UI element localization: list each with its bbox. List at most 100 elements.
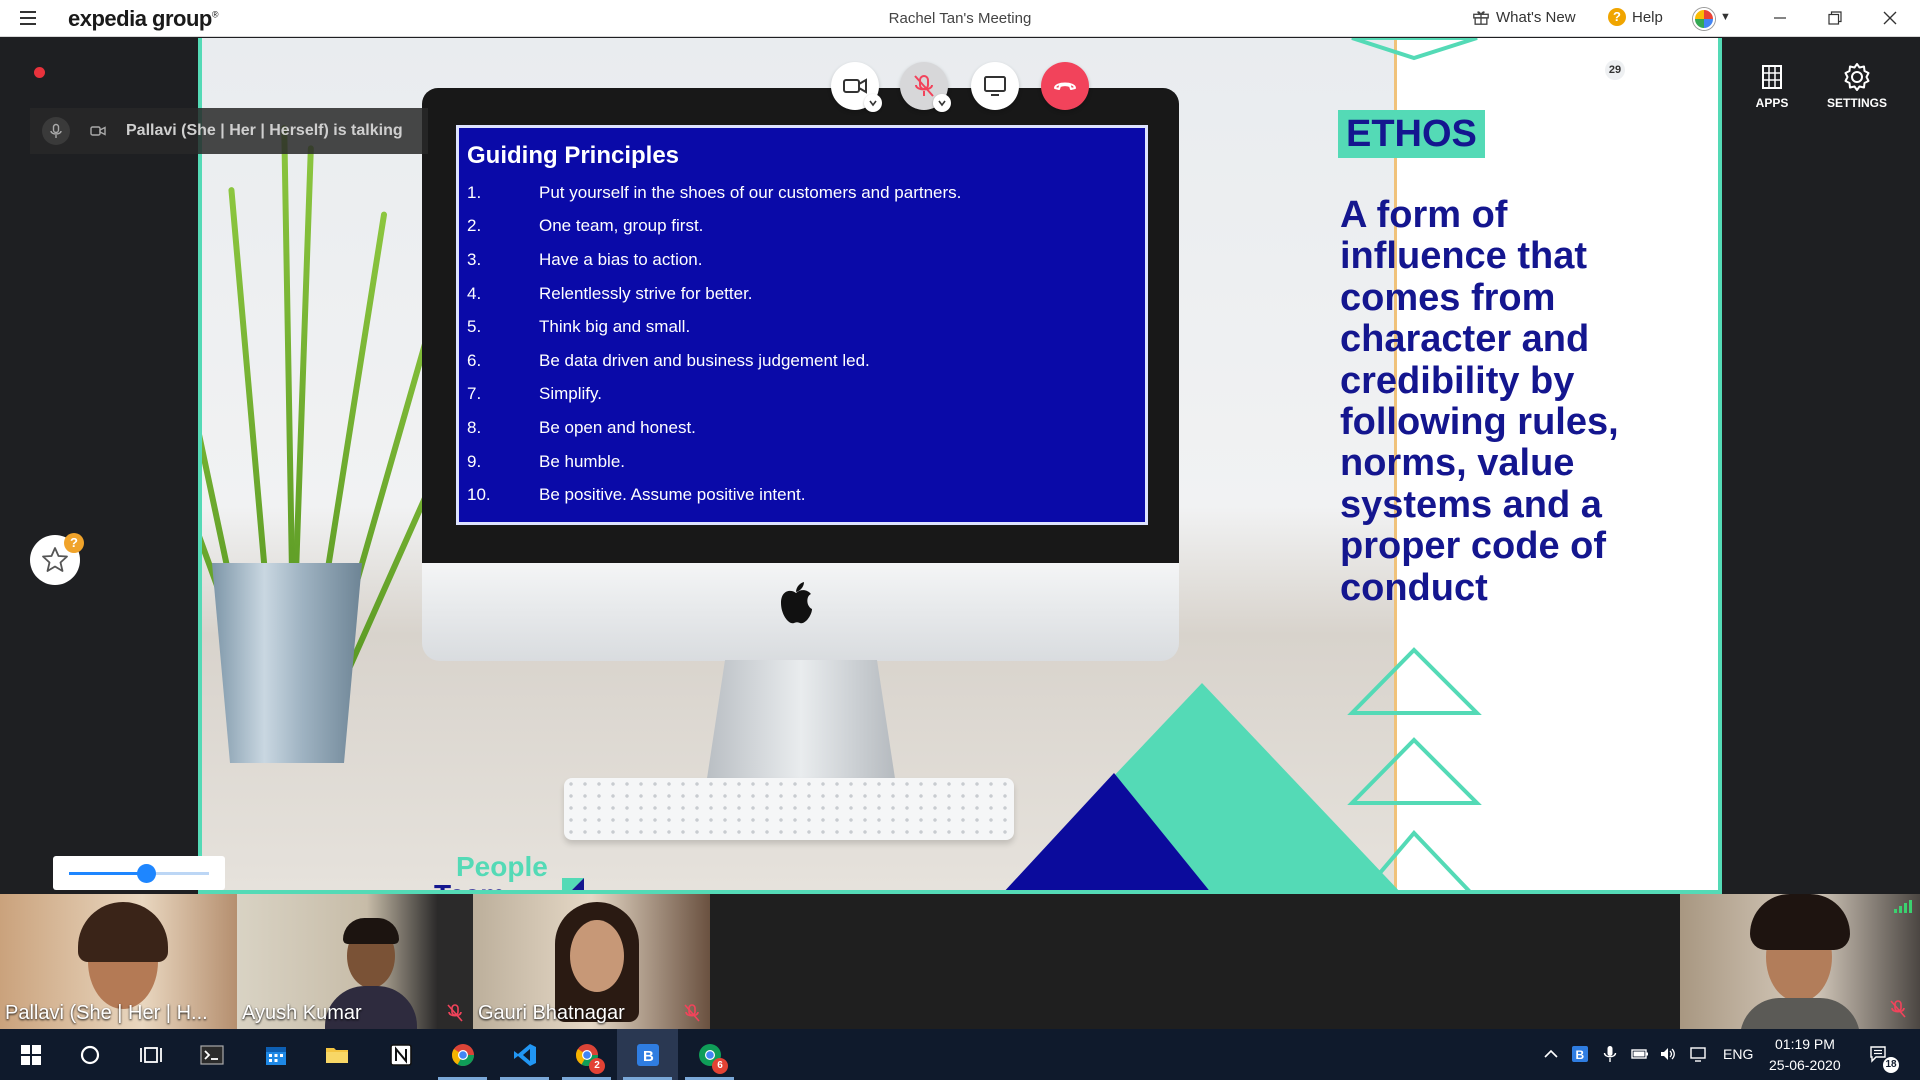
- active-speaker-text: Pallavi (She | Her | Herself) is talking: [126, 122, 403, 139]
- chrome-icon: [451, 1043, 474, 1066]
- clock-date[interactable]: 25-06-2020: [1769, 1057, 1841, 1073]
- apps-label: APPS: [1755, 96, 1789, 110]
- cortana-icon: [80, 1045, 99, 1064]
- network-icon: [1690, 1047, 1706, 1062]
- signal-strength-icon: [1894, 900, 1912, 913]
- vscode-icon: [513, 1043, 536, 1066]
- video-options-chevron[interactable]: [864, 94, 882, 112]
- whats-new-button[interactable]: What's New: [1472, 8, 1576, 26]
- feedback-badge: ?: [64, 533, 84, 553]
- chat-label: CHAT: [1670, 96, 1704, 110]
- participant-tile[interactable]: Ayush Kumar: [237, 894, 473, 1029]
- people-team-logo: People Team: [434, 851, 584, 894]
- people-button[interactable]: 29 PEOPLE: [1567, 60, 1637, 118]
- screen-share-icon: [984, 76, 1006, 96]
- mic-muted-icon: [914, 75, 934, 97]
- user-avatar[interactable]: [1693, 8, 1715, 30]
- self-view-tile[interactable]: [1680, 894, 1920, 1029]
- taskbar-notion[interactable]: [370, 1029, 431, 1080]
- tray-microphone[interactable]: [1600, 1044, 1620, 1064]
- calendar-icon: [265, 1046, 286, 1065]
- taskbar-file-explorer[interactable]: [306, 1029, 367, 1080]
- participant-tile[interactable]: Pallavi (She | Her | H...: [0, 894, 237, 1029]
- taskbar-chrome-profile-6[interactable]: 6: [679, 1029, 740, 1080]
- taskbar-terminal[interactable]: [181, 1029, 242, 1080]
- svg-text:B: B: [1576, 1048, 1585, 1062]
- ethos-description: A form of influence that comes from char…: [1340, 194, 1619, 609]
- whats-new-label: What's New: [1496, 8, 1576, 26]
- show-hidden-icons[interactable]: [1541, 1044, 1561, 1064]
- chevron-down-icon: [869, 100, 877, 107]
- menu-icon[interactable]: [20, 11, 36, 25]
- language-indicator[interactable]: ENG: [1723, 1046, 1753, 1062]
- title-bar: expedia group® Rachel Tan's Meeting What…: [0, 0, 1920, 37]
- bluejeans-icon: B: [1572, 1046, 1588, 1062]
- taskbar-calendar[interactable]: [245, 1029, 306, 1080]
- clock-time[interactable]: 01:19 PM: [1775, 1036, 1835, 1052]
- minimize-icon: [1773, 17, 1786, 19]
- tray-network[interactable]: [1688, 1044, 1708, 1064]
- apps-button[interactable]: APPS: [1737, 62, 1807, 118]
- taskbar-badge: 2: [589, 1058, 605, 1074]
- taskbar-chrome[interactable]: [432, 1029, 493, 1080]
- mic-muted-icon: [1890, 1000, 1906, 1018]
- search-button[interactable]: [59, 1029, 120, 1080]
- mic-icon: [1603, 1046, 1617, 1062]
- settings-label: SETTINGS: [1826, 96, 1887, 110]
- help-label: Help: [1632, 8, 1663, 26]
- folder-icon: [325, 1047, 348, 1063]
- share-screen-button[interactable]: [971, 62, 1019, 110]
- task-view-icon: [139, 1046, 162, 1063]
- task-view-button[interactable]: [120, 1029, 181, 1080]
- video-camera-icon: [84, 117, 112, 145]
- svg-text:B: B: [643, 1048, 654, 1065]
- chat-icon: [1674, 65, 1700, 89]
- volume-icon: [1661, 1048, 1675, 1060]
- notification-count-badge: 18: [1883, 1057, 1899, 1073]
- taskbar-bluejeans[interactable]: B: [617, 1029, 678, 1080]
- minimize-button[interactable]: [1752, 0, 1807, 36]
- chevron-down-icon[interactable]: ▼: [1720, 11, 1731, 23]
- people-team-line1: People: [456, 851, 548, 882]
- logo-text: expedia group: [68, 6, 212, 31]
- restore-icon: [1827, 11, 1842, 25]
- participant-name: Gauri Bhatnagar: [478, 1002, 625, 1024]
- people-team-line2: Team: [434, 879, 505, 894]
- tray-volume[interactable]: [1658, 1044, 1678, 1064]
- participant-tile[interactable]: Gauri Bhatnagar: [473, 894, 710, 1029]
- gift-icon: [1473, 11, 1489, 25]
- tray-battery[interactable]: [1630, 1044, 1650, 1064]
- taskbar-vscode[interactable]: [494, 1029, 555, 1080]
- windows-icon: [20, 1044, 41, 1065]
- chat-button[interactable]: CHAT: [1652, 62, 1722, 118]
- settings-button[interactable]: SETTINGS: [1822, 62, 1892, 118]
- battery-icon: [1631, 1049, 1648, 1059]
- logo-mark: ®: [211, 9, 219, 20]
- windows-taskbar: 2 B 6 B ENG 01:19 PM 25-06-2020 18: [0, 1029, 1920, 1080]
- terminal-icon: [199, 1044, 224, 1065]
- bluejeans-icon: B: [636, 1043, 659, 1066]
- tray-bluejeans[interactable]: B: [1570, 1044, 1590, 1064]
- close-icon: [1883, 11, 1896, 25]
- zoom-track[interactable]: [69, 864, 209, 883]
- participant-strip: Pallavi (She | Her | H... Ayush Kumar Ga…: [0, 894, 1920, 1029]
- ethos-heading: ETHOS: [1338, 110, 1485, 158]
- mic-toggle-button[interactable]: [900, 62, 951, 112]
- taskbar-chrome-profile-2[interactable]: 2: [556, 1029, 617, 1080]
- audio-options-chevron[interactable]: [933, 94, 951, 112]
- zoom-thumb[interactable]: [137, 864, 156, 883]
- close-button[interactable]: [1862, 0, 1917, 36]
- chevron-down-icon: [938, 100, 946, 107]
- recording-indicator: [34, 67, 45, 78]
- mic-muted-icon: [684, 1004, 700, 1022]
- help-button[interactable]: ? Help: [1608, 8, 1663, 26]
- video-toggle-button[interactable]: [831, 62, 882, 112]
- mic-icon: [42, 117, 70, 145]
- zoom-slider[interactable]: [53, 856, 225, 890]
- restore-button[interactable]: [1807, 0, 1862, 36]
- start-button[interactable]: [0, 1029, 61, 1080]
- notion-icon: [389, 1043, 412, 1066]
- taskbar-badge: 6: [712, 1058, 728, 1074]
- end-call-button[interactable]: [1041, 62, 1089, 110]
- hang-up-icon: [1054, 82, 1076, 90]
